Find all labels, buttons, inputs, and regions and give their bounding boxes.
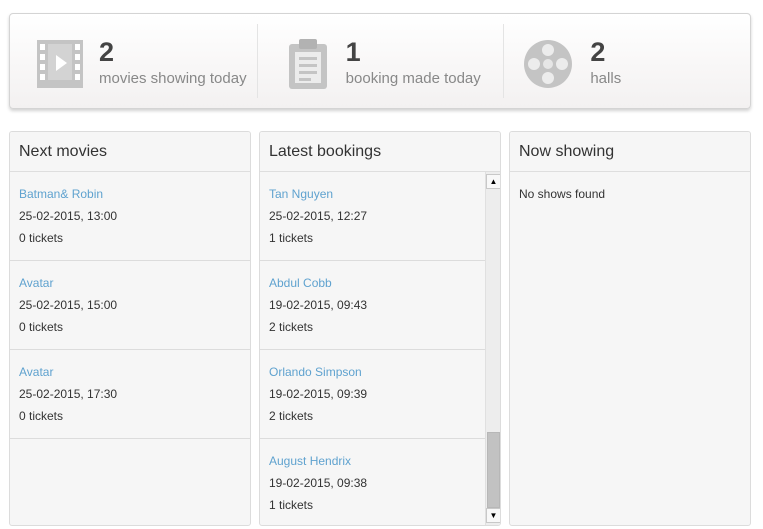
scroll-thumb[interactable] [487,432,500,508]
stat-halls-count: 2 [590,37,606,67]
stat-bookings-count: 1 [345,37,361,67]
booking-tickets: 1 tickets [269,231,314,245]
movie-tickets: 0 tickets [19,320,64,334]
list-item: Tan Nguyen 25-02-2015, 12:27 1 tickets [260,172,485,261]
movie-tickets: 0 tickets [19,409,64,423]
stat-movies-label: movies showing today [99,70,247,87]
next-movies-list: Batman& Robin 25-02-2015, 13:00 0 ticket… [10,172,250,525]
now-showing-list: No shows found [510,172,750,525]
now-showing-panel: Now showing No shows found [509,131,751,526]
panel-title: Latest bookings [260,132,500,172]
booking-tickets: 2 tickets [269,320,314,334]
movie-tickets: 0 tickets [19,231,64,245]
booking-datetime: 19-02-2015, 09:43 [269,298,368,312]
stat-movies-today: 2 movies showing today [10,14,257,108]
customer-link[interactable]: August Hendrix [269,454,476,468]
customer-link[interactable]: Tan Nguyen [269,187,476,201]
booking-tickets: 2 tickets [269,409,314,423]
stat-halls-label: halls [590,70,622,87]
movie-link[interactable]: Avatar [19,365,241,379]
list-item: Avatar 25-02-2015, 15:00 0 tickets [10,261,250,350]
stat-bookings-today: 1 booking made today [256,14,504,108]
list-item: Batman& Robin 25-02-2015, 13:00 0 ticket… [10,172,250,261]
booking-datetime: 19-02-2015, 09:39 [269,387,368,401]
list-item: Orlando Simpson 19-02-2015, 09:39 2 tick… [260,350,485,439]
film-reel-icon [524,40,573,88]
latest-bookings-list: Tan Nguyen 25-02-2015, 12:27 1 tickets A… [260,172,500,525]
stats-bar: 2 movies showing today 1 booking made to… [9,13,751,109]
latest-bookings-panel: Latest bookings Tan Nguyen 25-02-2015, 1… [259,131,501,526]
clipboard-icon [288,39,327,89]
stat-movies-count: 2 [99,37,115,67]
movie-datetime: 25-02-2015, 17:30 [19,387,118,401]
movie-link[interactable]: Avatar [19,276,241,290]
empty-state-text: No shows found [519,187,606,201]
booking-datetime: 25-02-2015, 12:27 [269,209,368,223]
customer-link[interactable]: Orlando Simpson [269,365,476,379]
scroll-up-button[interactable]: ▲ [486,174,500,189]
list-item: August Hendrix 19-02-2015, 09:38 1 ticke… [260,439,485,525]
stat-bookings-label: booking made today [345,70,481,87]
panel-title: Now showing [510,132,750,172]
movie-link[interactable]: Batman& Robin [19,187,241,201]
customer-link[interactable]: Abdul Cobb [269,276,476,290]
scroll-down-button[interactable]: ▼ [486,508,500,523]
bookings-scrollbar[interactable]: ▲ ▼ [485,172,500,525]
stat-halls: 2 halls [503,14,750,108]
booking-datetime: 19-02-2015, 09:38 [269,476,368,490]
movie-datetime: 25-02-2015, 13:00 [19,209,118,223]
list-item: Avatar 25-02-2015, 17:30 0 tickets [10,350,250,439]
next-movies-panel: Next movies Batman& Robin 25-02-2015, 13… [9,131,251,526]
movie-datetime: 25-02-2015, 15:00 [19,298,118,312]
panel-title: Next movies [10,132,250,172]
booking-tickets: 1 tickets [269,498,314,512]
film-icon [37,40,83,88]
list-item: Abdul Cobb 19-02-2015, 09:43 2 tickets [260,261,485,350]
